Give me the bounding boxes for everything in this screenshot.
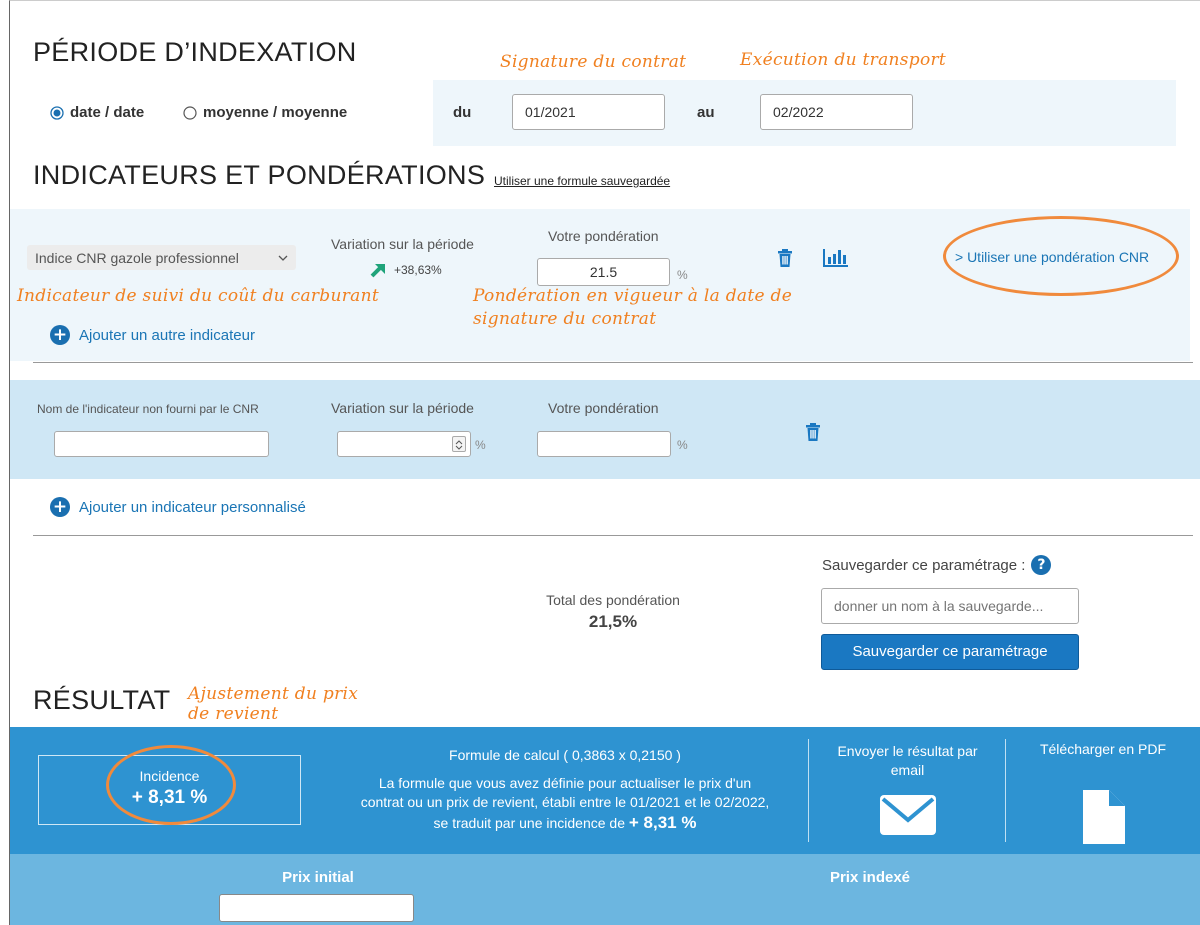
au-label: au xyxy=(697,104,715,121)
result-divider-1 xyxy=(808,739,809,842)
chevron-down-icon xyxy=(278,255,288,261)
save-label-group: Sauvegarder ce paramétrage : ? xyxy=(822,555,1052,575)
arrow-up-right-icon xyxy=(370,264,385,278)
help-icon[interactable]: ? xyxy=(1031,555,1052,575)
custom-name-label: Nom de l'indicateur non fourni par le CN… xyxy=(37,402,259,416)
add-other-indicateur-button[interactable]: + Ajouter un autre indicateur xyxy=(50,325,255,345)
indicateur-select[interactable]: Indice CNR gazole professionnel xyxy=(27,245,296,270)
add-custom-indicateur-label: Ajouter un indicateur personnalisé xyxy=(79,498,306,516)
download-pdf-button[interactable]: Télécharger en PDF xyxy=(1006,727,1200,854)
resultat-title: RÉSULTAT xyxy=(33,685,171,715)
indicateur-select-value: Indice CNR gazole professionnel xyxy=(35,249,239,266)
email-label-1: Envoyer le résultat par xyxy=(837,743,978,759)
date-end-input[interactable] xyxy=(760,94,913,130)
annotation-execution: Exécution du transport xyxy=(740,50,947,70)
formula-desc-2: contrat ou un prix de revient, établi en… xyxy=(360,794,770,810)
annotation-ponderation-2: signature du contrat xyxy=(473,309,657,329)
annotation-signature: Signature du contrat xyxy=(500,52,687,72)
total-value: 21,5% xyxy=(588,612,638,631)
formula-desc-3: se traduit par une incidence de xyxy=(433,815,625,831)
custom-indicateur-band xyxy=(10,380,1200,479)
custom-variation-percent: % xyxy=(475,438,486,452)
prices-panel: Prix initial Prix indexé xyxy=(10,854,1200,925)
email-label-2: email xyxy=(890,762,925,778)
annotation-ajustement-2: de revient xyxy=(188,704,279,724)
indicateurs-title: INDICATEURS ET PONDÉRATIONS xyxy=(33,160,486,190)
date-start-input[interactable] xyxy=(512,94,665,130)
custom-ponderation-percent: % xyxy=(677,438,688,452)
formula-desc-value: + 8,31 % xyxy=(628,813,697,832)
add-custom-indicateur-button[interactable]: + Ajouter un indicateur personnalisé xyxy=(50,497,306,517)
pdf-label: Télécharger en PDF xyxy=(1039,741,1167,757)
ponderation-label: Votre pondération xyxy=(548,228,659,244)
formula-desc-3-line: se traduit par une incidence de + 8,31 % xyxy=(320,813,810,833)
variation-value-group: +38,63% xyxy=(370,262,442,278)
plus-circle-icon: + xyxy=(50,497,70,517)
radio-date-label: date / date xyxy=(70,104,145,121)
formula-desc-1: La formule que vous avez définie pour ac… xyxy=(378,775,752,791)
radio-date[interactable]: date / date xyxy=(50,104,144,121)
du-label: du xyxy=(453,104,472,121)
envelope-icon xyxy=(880,795,936,835)
plus-circle-icon: + xyxy=(50,325,70,345)
prix-initial-label: Prix initial xyxy=(282,869,354,886)
file-icon xyxy=(1083,790,1125,844)
custom-ponderation-input[interactable] xyxy=(537,431,671,457)
save-label: Sauvegarder ce paramétrage : xyxy=(822,556,1026,574)
radio-checked-icon xyxy=(50,105,64,120)
ponderation-input[interactable] xyxy=(537,258,670,286)
percent-sign: % xyxy=(677,268,688,282)
stepper-arrows-icon[interactable] xyxy=(452,436,466,452)
prix-indexe-label: Prix indexé xyxy=(829,869,911,886)
variation-label: Variation sur la période xyxy=(331,236,474,252)
prix-initial-input[interactable] xyxy=(219,894,414,922)
use-saved-formula-link[interactable]: Utiliser une formule sauvegardée xyxy=(494,174,670,188)
custom-trash-icon[interactable] xyxy=(805,423,821,441)
highlight-oval-incidence xyxy=(106,745,236,825)
total-label: Total des pondération xyxy=(546,592,680,608)
custom-ponderation-label: Votre pondération xyxy=(548,400,659,416)
variation-value: +38,63% xyxy=(394,263,442,277)
annotation-indicateur-suivi: Indicateur de suivi du coût du carburant xyxy=(17,286,379,306)
radio-moyenne-label: moyenne / moyenne xyxy=(203,104,348,121)
save-name-input[interactable] xyxy=(821,588,1079,624)
annotation-ponderation-1: Pondération en vigueur à la date de xyxy=(473,286,793,306)
custom-name-input[interactable] xyxy=(54,431,269,457)
annotation-ajustement-1: Ajustement du prix xyxy=(188,684,359,704)
divider-1 xyxy=(33,362,1193,363)
custom-variation-label: Variation sur la période xyxy=(331,400,474,416)
bar-chart-icon[interactable] xyxy=(822,249,848,267)
custom-variation-stepper[interactable] xyxy=(337,431,471,457)
save-button[interactable]: Sauvegarder ce paramétrage xyxy=(821,634,1079,670)
divider-2 xyxy=(33,535,1193,536)
radio-unchecked-icon xyxy=(183,105,197,120)
radio-moyenne[interactable]: moyenne / moyenne xyxy=(183,104,347,121)
trash-icon[interactable] xyxy=(777,249,793,267)
add-other-indicateur-label: Ajouter un autre indicateur xyxy=(79,326,255,344)
email-result-button[interactable]: Envoyer le résultat par email xyxy=(810,727,1005,854)
highlight-oval-cnr xyxy=(943,216,1179,296)
periode-title: PÉRIODE D’INDEXATION xyxy=(33,37,357,67)
formula-title: Formule de calcul ( 0,3863 x 0,2150 ) xyxy=(449,747,681,763)
